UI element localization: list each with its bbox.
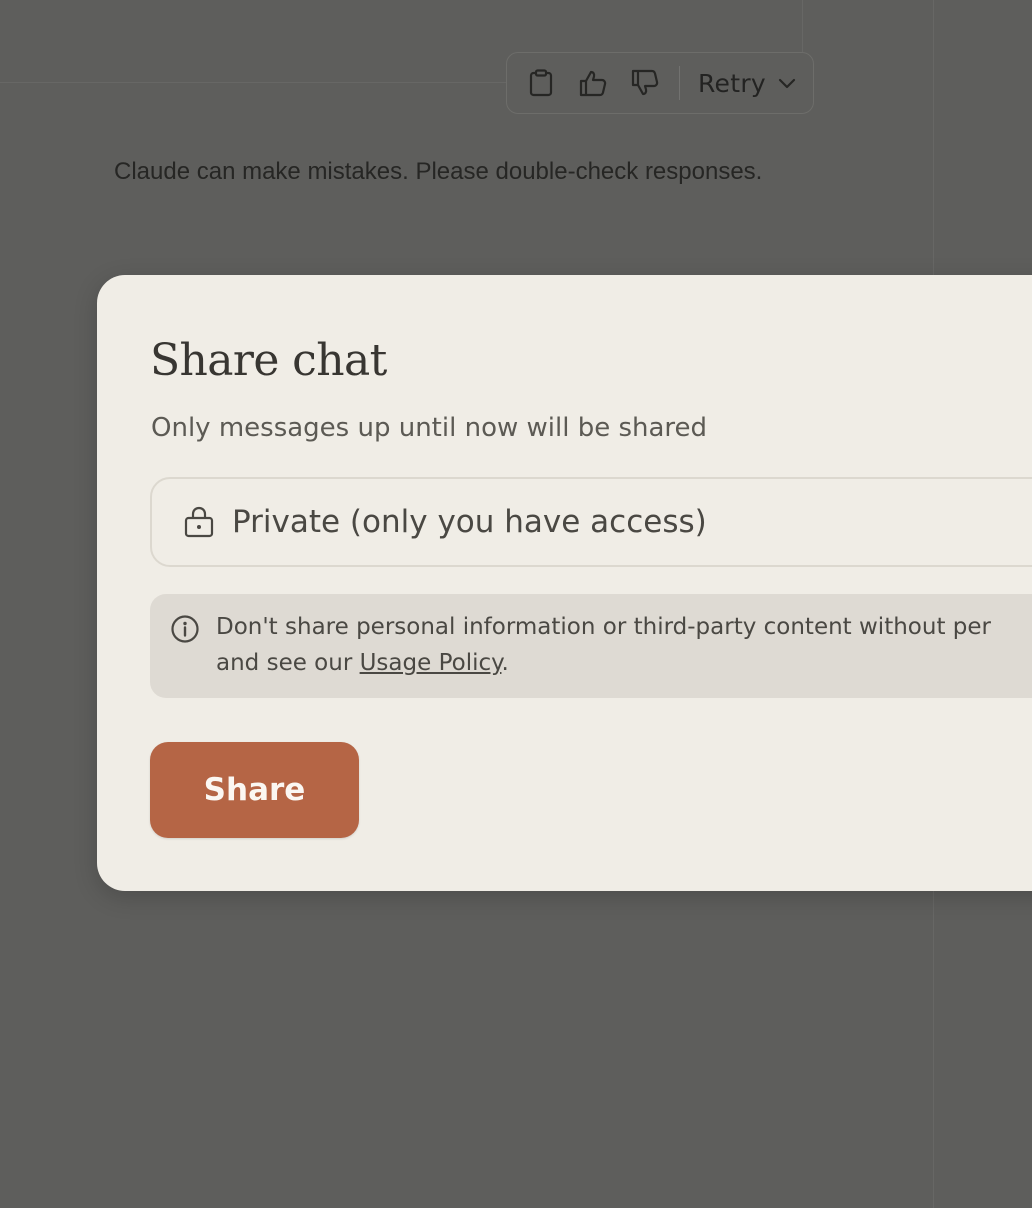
clipboard-icon [529,69,553,97]
thumbs-up-button[interactable] [575,65,611,101]
info-icon [171,615,199,643]
thumbs-down-button[interactable] [627,65,663,101]
toolbar-separator [679,66,680,100]
retry-button[interactable]: Retry [698,69,796,98]
notice-text: and see our Usage Policy. [216,650,509,676]
share-button-label: Share [203,772,306,808]
share-button[interactable]: Share [150,742,359,838]
dialog-subtitle: Only messages up until now will be share… [151,413,708,443]
screen: Retry Claude can make mistakes. Please d… [0,0,1032,1208]
dialog-title: Share chat [150,335,387,386]
retry-label: Retry [698,68,767,98]
lock-icon [182,505,216,539]
notice-text-suffix: . [501,650,509,676]
message-action-toolbar: Retry [506,52,814,114]
disclaimer-text: Claude can make mistakes. Please double-… [114,158,763,185]
sharing-notice: Don't share personal information or thir… [150,594,1032,698]
share-chat-dialog: Share chat Only messages up until now wi… [97,275,1032,891]
visibility-selected-label: Private (only you have access) [232,504,707,540]
thumbs-up-icon [579,70,607,97]
copy-button[interactable] [523,65,559,101]
notice-text-prefix: and see our [216,650,360,676]
visibility-select[interactable]: Private (only you have access) [150,477,1032,567]
chevron-down-icon [778,77,796,89]
thumbs-down-icon [631,69,659,96]
usage-policy-link[interactable]: Usage Policy [360,650,502,676]
notice-text: Don't share personal information or thir… [216,614,991,640]
